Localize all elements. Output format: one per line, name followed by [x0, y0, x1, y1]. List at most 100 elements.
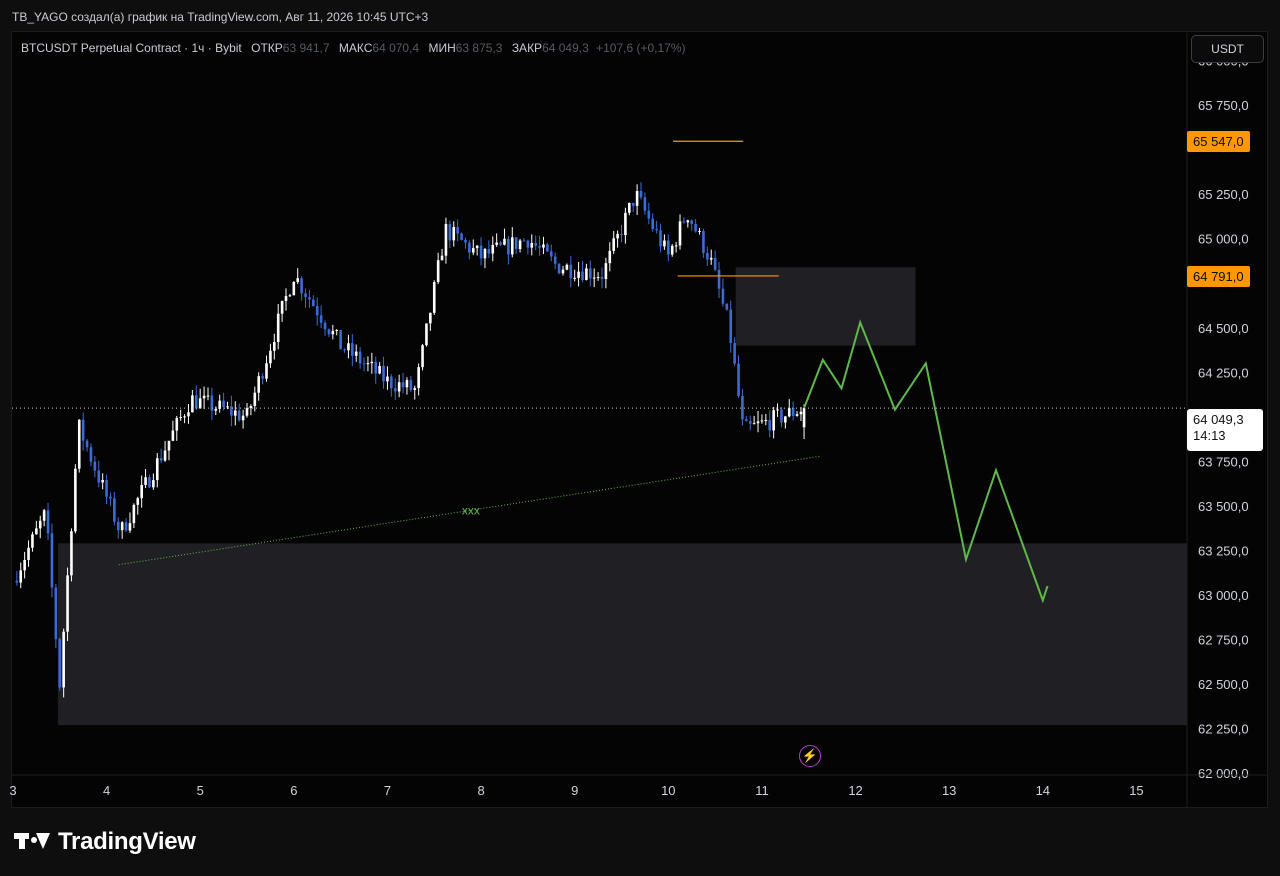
- candle-body: [452, 227, 456, 241]
- candle-body: [237, 410, 241, 421]
- candle-body: [386, 376, 389, 382]
- candle-body: [27, 547, 30, 560]
- candle-body: [77, 419, 81, 469]
- lightning-icon[interactable]: ⚡: [799, 745, 821, 767]
- candle-body: [745, 419, 748, 422]
- candle-body: [175, 417, 179, 431]
- candle-body: [214, 408, 218, 411]
- candle-body: [187, 412, 190, 417]
- x-tick-label: 7: [384, 783, 391, 798]
- open-label: ОТКР: [251, 41, 283, 55]
- x-tick-label: 15: [1129, 783, 1143, 798]
- candle-body: [565, 264, 569, 270]
- candle-body: [226, 406, 229, 408]
- candle-body: [378, 365, 381, 374]
- candle-body: [464, 239, 467, 243]
- tradingview-logo-icon: [14, 831, 52, 853]
- candle-body: [577, 271, 580, 278]
- candle-body: [105, 480, 108, 497]
- overlay-layer: xxx: [12, 140, 1187, 604]
- candle-body: [81, 419, 85, 441]
- candle-body: [261, 376, 264, 379]
- candle-body: [752, 423, 756, 425]
- candle-body: [667, 240, 670, 255]
- candle-body: [514, 237, 518, 250]
- candle-body: [522, 240, 526, 242]
- price-chart[interactable]: xxx 66 000,065 750,065 250,065 000,064 5…: [0, 0, 1280, 876]
- y-tick-label: 64 250,0: [1198, 365, 1249, 380]
- candle-body: [542, 244, 545, 248]
- candle-body: [690, 220, 694, 225]
- zones-layer: [57, 267, 1188, 726]
- candle-body: [202, 395, 206, 399]
- candle-body: [674, 245, 678, 247]
- candle-body: [335, 329, 339, 331]
- candle-body: [327, 329, 331, 335]
- candle-body: [66, 575, 69, 632]
- candle-body: [596, 276, 600, 278]
- candle-body: [702, 230, 705, 254]
- zone-rect-1: [735, 267, 916, 346]
- candle-body: [546, 244, 549, 252]
- last-price-value: 64 049,3: [1193, 412, 1244, 427]
- x-tick-label: 3: [9, 783, 16, 798]
- candle-body: [323, 322, 327, 330]
- y-tick-label: 62 500,0: [1198, 677, 1249, 692]
- candle-body: [795, 414, 799, 416]
- candle-body: [38, 520, 42, 529]
- candle-body: [97, 470, 101, 483]
- y-tick-label: 63 000,0: [1198, 588, 1249, 603]
- candle-body: [791, 408, 795, 416]
- chart-legend: BTCUSDT Perpetual Contract · 1ч · Bybit …: [21, 41, 686, 55]
- candle-body: [241, 415, 245, 421]
- candle-body: [557, 263, 561, 274]
- candle-body: [109, 496, 112, 499]
- candle-body: [120, 522, 124, 531]
- candle-body: [421, 345, 424, 368]
- candle-body: [456, 227, 459, 234]
- candle-body: [148, 477, 151, 488]
- candle-body: [659, 230, 662, 247]
- candle-body: [292, 281, 296, 296]
- candle-body: [249, 406, 253, 409]
- candle-body: [518, 240, 522, 250]
- candle-body: [686, 220, 690, 223]
- candle-body: [280, 300, 284, 314]
- candle-body: [475, 245, 479, 249]
- candle-body: [682, 221, 686, 223]
- candle-body: [499, 242, 502, 245]
- candle-body: [54, 587, 58, 640]
- candle-body: [74, 468, 77, 532]
- candle-body: [756, 421, 760, 424]
- candle-body: [308, 297, 311, 300]
- candle-body: [784, 416, 787, 423]
- candle-body: [198, 398, 202, 409]
- candle-body: [152, 480, 155, 488]
- candle-body: [253, 392, 257, 407]
- candle-body: [245, 408, 249, 416]
- candle-body: [678, 221, 682, 246]
- candle-body: [748, 421, 752, 424]
- candle-body: [706, 253, 709, 260]
- candle-body: [549, 251, 553, 257]
- candle-body: [802, 408, 806, 428]
- candle-body: [553, 256, 557, 264]
- candle-body: [206, 395, 210, 397]
- candle-body: [624, 212, 627, 236]
- currency-button[interactable]: USDT: [1191, 35, 1264, 63]
- candle-body: [31, 534, 34, 548]
- candle-body: [432, 282, 436, 313]
- candle-body: [46, 510, 50, 534]
- candle-body: [273, 342, 276, 351]
- y-tick-label: 65 750,0: [1198, 98, 1249, 113]
- candle-body: [339, 329, 342, 350]
- x-tick-label: 9: [571, 783, 578, 798]
- close-label: ЗАКР: [511, 41, 543, 55]
- x-axis: 3 4 5 6 7 8 9 10 11 12 13 14 15: [9, 774, 1267, 798]
- tradingview-logo[interactable]: TradingView: [14, 826, 196, 858]
- candle-body: [764, 419, 768, 421]
- candle-body: [534, 243, 537, 246]
- candle-body: [155, 458, 159, 481]
- symbol-label[interactable]: BTCUSDT Perpetual Contract · 1ч · Bybit: [21, 41, 242, 55]
- candle-body: [663, 240, 666, 247]
